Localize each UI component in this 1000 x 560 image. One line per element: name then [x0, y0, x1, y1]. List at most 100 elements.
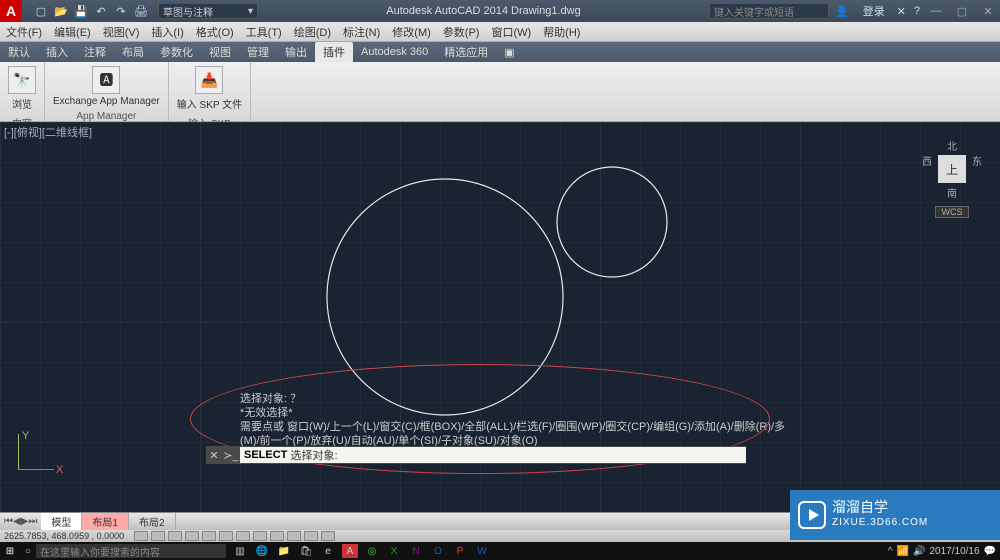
command-line[interactable]: ✕ ≻_ SELECT 选择对象:	[206, 446, 746, 464]
browse-button[interactable]: 🔭浏览	[6, 64, 38, 113]
tab-view[interactable]: 视图	[201, 42, 239, 62]
ducs-toggle[interactable]	[236, 531, 250, 541]
sc-toggle[interactable]	[304, 531, 318, 541]
tab-manage[interactable]: 管理	[239, 42, 277, 62]
import-skp-button[interactable]: 📥输入 SKP 文件	[175, 64, 244, 113]
wcs-label[interactable]: WCS	[935, 206, 969, 218]
view-cube[interactable]: 北 西上东 南 WCS	[922, 138, 982, 218]
osnap-toggle[interactable]	[202, 531, 216, 541]
tab-parametric[interactable]: 参数化	[152, 42, 201, 62]
menu-view[interactable]: 视图(V)	[97, 24, 146, 40]
viewport-label[interactable]: [-][俯视][二维线框]	[4, 124, 92, 140]
taskview-icon[interactable]: ▥	[232, 544, 248, 558]
menu-help[interactable]: 帮助(H)	[537, 24, 586, 40]
notifications-icon[interactable]: 💬	[984, 546, 996, 557]
folder-icon[interactable]: 📁	[276, 544, 292, 558]
workspace-dropdown[interactable]: 草图与注释▾	[158, 3, 258, 19]
word-icon[interactable]: W	[474, 544, 490, 558]
user-icon[interactable]: 👤	[835, 5, 849, 18]
ribbon-tabs: 默认 插入 注释 布局 参数化 视图 管理 输出 插件 Autodesk 360…	[0, 42, 1000, 62]
edge-icon[interactable]: e	[320, 544, 336, 558]
menu-params[interactable]: 参数(P)	[437, 24, 486, 40]
help-search-input[interactable]: 键入关键字或短语	[709, 3, 829, 19]
tab-expand-icon[interactable]: ▣	[496, 44, 522, 61]
cmdline-arrow-icon[interactable]: ≻_	[222, 449, 240, 462]
tab-first-icon[interactable]: ⏮	[4, 516, 13, 527]
tab-insert[interactable]: 插入	[38, 42, 76, 62]
clock[interactable]: 2017/10/16	[929, 546, 979, 557]
menu-dimension[interactable]: 标注(N)	[337, 24, 386, 40]
polar-toggle[interactable]	[185, 531, 199, 541]
windows-taskbar: ⊞ ○ 在这里输入你要搜索的内容 ▥ 🌐 📁 🛍 e A ◎ X N O P W…	[0, 542, 1000, 560]
play-icon	[798, 501, 826, 529]
grid-toggle[interactable]	[151, 531, 165, 541]
tab-layout[interactable]: 布局	[114, 42, 152, 62]
tab-plugins[interactable]: 插件	[315, 42, 353, 62]
dyn-toggle[interactable]	[253, 531, 267, 541]
tray-up-icon[interactable]: ^	[888, 546, 893, 557]
menu-format[interactable]: 格式(O)	[190, 24, 240, 40]
cmdline-input[interactable]: SELECT 选择对象:	[240, 447, 746, 463]
app-icon[interactable]: A	[0, 0, 22, 22]
volume-icon[interactable]: 🔊	[913, 546, 925, 557]
new-icon[interactable]: ▢	[32, 3, 50, 19]
outlook-icon[interactable]: O	[430, 544, 446, 558]
menu-tools[interactable]: 工具(T)	[240, 24, 288, 40]
menu-draw[interactable]: 绘图(D)	[288, 24, 337, 40]
snap-toggle[interactable]	[134, 531, 148, 541]
login-link[interactable]: 登录	[863, 3, 885, 19]
tab-annotate[interactable]: 注释	[76, 42, 114, 62]
otrack-toggle[interactable]	[219, 531, 233, 541]
store-icon[interactable]: 🛍	[298, 544, 314, 558]
panel-content: 🔭浏览 内容	[0, 62, 45, 121]
menu-modify[interactable]: 修改(M)	[386, 24, 437, 40]
wechat-icon[interactable]: ◎	[364, 544, 380, 558]
cmdline-close-icon[interactable]: ✕	[206, 449, 222, 462]
binoculars-icon: 🔭	[8, 66, 36, 94]
skp-icon: 📥	[195, 66, 223, 94]
print-icon[interactable]: 🖨	[132, 3, 150, 19]
ortho-toggle[interactable]	[168, 531, 182, 541]
onenote-icon[interactable]: N	[408, 544, 424, 558]
start-button[interactable]: ⊞	[0, 546, 20, 557]
undo-icon[interactable]: ↶	[92, 3, 110, 19]
redo-icon[interactable]: ↷	[112, 3, 130, 19]
tab-layout2[interactable]: 布局2	[129, 513, 176, 530]
taskbar-search[interactable]: 在这里输入你要搜索的内容	[36, 544, 226, 558]
menu-edit[interactable]: 编辑(E)	[48, 24, 97, 40]
tab-layout1[interactable]: 布局1	[82, 513, 129, 530]
tab-next-icon[interactable]: ▶	[21, 516, 29, 527]
open-icon[interactable]: 📂	[52, 3, 70, 19]
tab-last-icon[interactable]: ⏭	[28, 516, 37, 527]
autocad-task-icon[interactable]: A	[342, 544, 358, 558]
tab-model[interactable]: 模型	[41, 513, 82, 530]
qp-toggle[interactable]	[287, 531, 301, 541]
menu-file[interactable]: 文件(F)	[0, 24, 48, 40]
help-icon[interactable]: ?	[914, 5, 920, 17]
cortana-icon[interactable]: ○	[20, 546, 36, 557]
menu-insert[interactable]: 插入(I)	[145, 24, 189, 40]
tab-default[interactable]: 默认	[0, 42, 38, 62]
powerpoint-icon[interactable]: P	[452, 544, 468, 558]
anno-toggle[interactable]	[321, 531, 335, 541]
close-button[interactable]: ✕	[976, 2, 1000, 20]
browser-icon[interactable]: 🌐	[254, 544, 270, 558]
watermark-url: ZIXUE.3D66.COM	[832, 515, 928, 531]
tab-featured[interactable]: 精选应用	[436, 42, 496, 62]
title-bar: A ▢ 📂 💾 ↶ ↷ 🖨 草图与注释▾ Autodesk AutoCAD 20…	[0, 0, 1000, 22]
window-title: Autodesk AutoCAD 2014 Drawing1.dwg	[258, 5, 709, 17]
exchange-icon[interactable]: ✕	[897, 5, 906, 18]
minimize-button[interactable]: —	[924, 2, 948, 20]
tab-a360[interactable]: Autodesk 360	[353, 44, 436, 60]
save-icon[interactable]: 💾	[72, 3, 90, 19]
menu-window[interactable]: 窗口(W)	[485, 24, 537, 40]
drawing-area[interactable]: [-][俯视][二维线框] 北 西上东 南 WCS YX 选择对象: ？ *无效…	[0, 122, 1000, 512]
exchange-appmanager-button[interactable]: 🅰Exchange App Manager	[51, 64, 162, 109]
tab-prev-icon[interactable]: ◀	[13, 516, 21, 527]
tab-output[interactable]: 输出	[277, 42, 315, 62]
maximize-button[interactable]: ▢	[950, 2, 974, 20]
ribbon-panel: 🔭浏览 内容 🅰Exchange App Manager App Manager…	[0, 62, 1000, 122]
network-icon[interactable]: 📶	[897, 546, 909, 557]
lwt-toggle[interactable]	[270, 531, 284, 541]
excel-icon[interactable]: X	[386, 544, 402, 558]
